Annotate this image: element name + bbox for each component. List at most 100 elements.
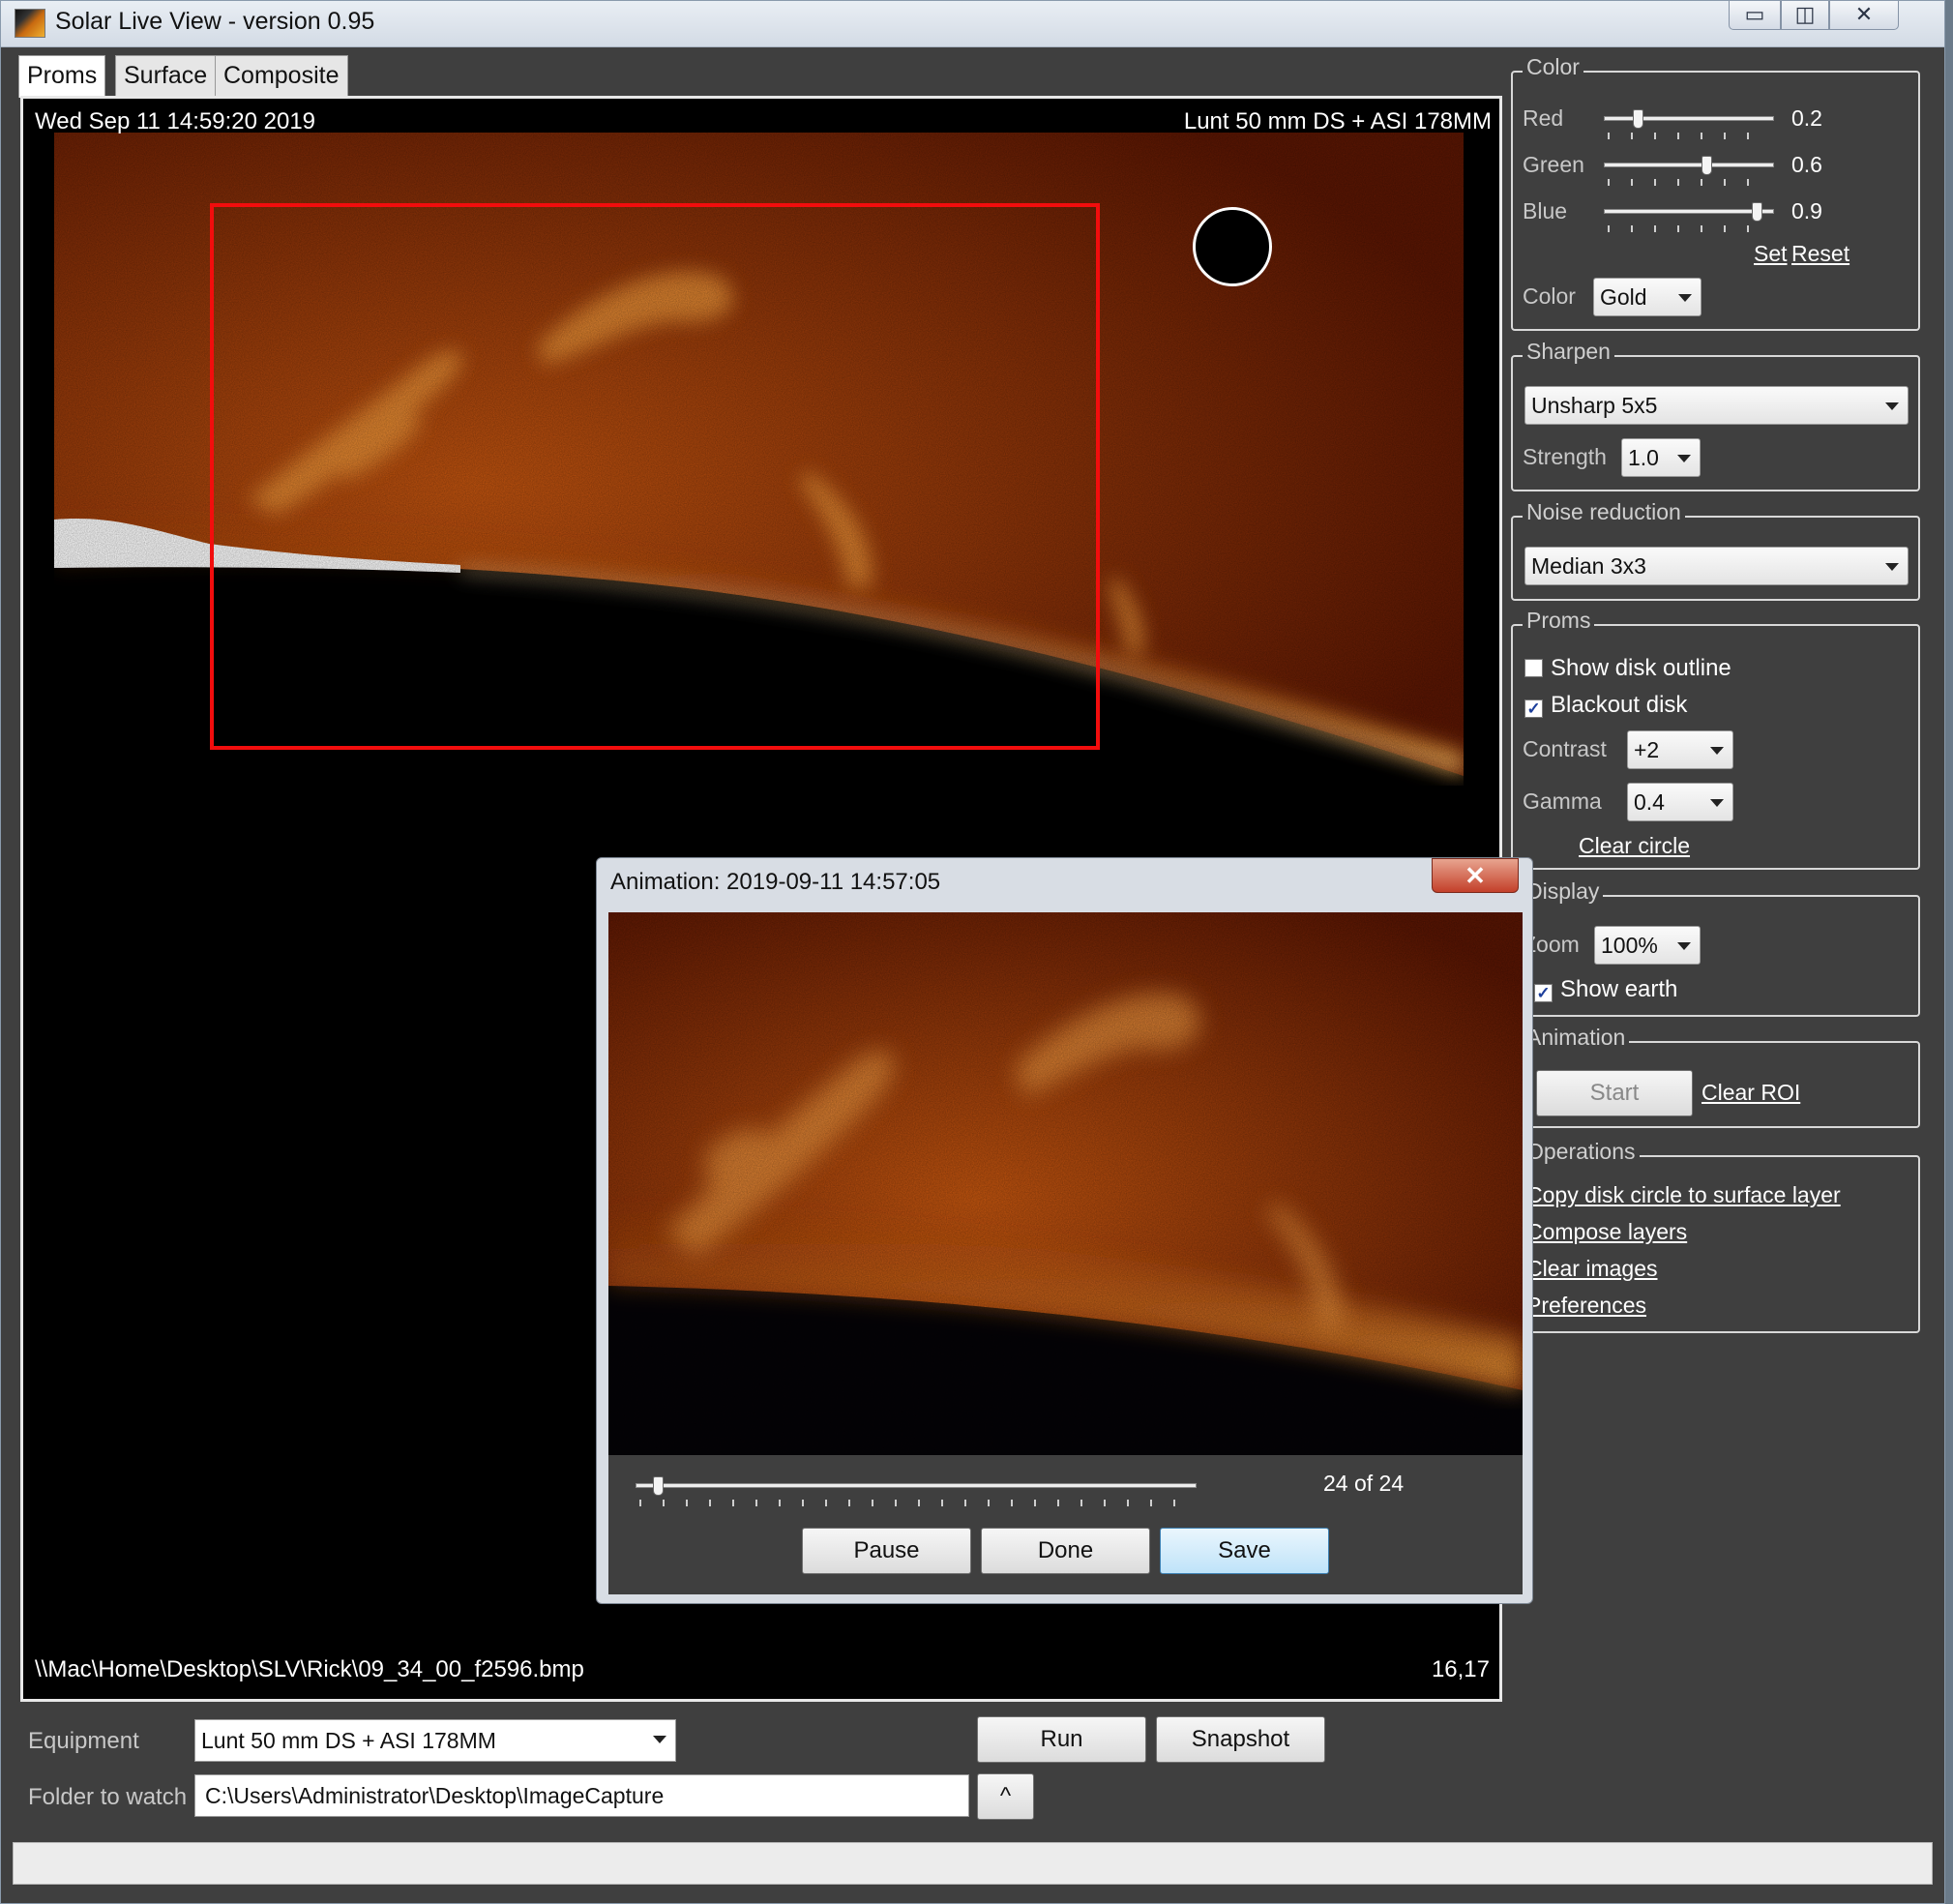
noise-method-value: Median 3x3: [1531, 553, 1646, 579]
noise-method-select[interactable]: Median 3x3: [1524, 547, 1909, 585]
chevron-down-icon: [1885, 563, 1899, 571]
clear-images-link[interactable]: Clear images: [1526, 1256, 1658, 1282]
copy-disk-circle-link[interactable]: Copy disk circle to surface layer: [1526, 1182, 1841, 1208]
contrast-select[interactable]: +2: [1627, 730, 1733, 769]
close-icon[interactable]: ✕: [1432, 858, 1519, 893]
run-button[interactable]: Run: [977, 1716, 1146, 1763]
contrast-value: +2: [1634, 737, 1660, 762]
show-disk-outline-box[interactable]: [1524, 659, 1543, 677]
clear-circle-link[interactable]: Clear circle: [1579, 833, 1690, 859]
zoom-select[interactable]: 100%: [1594, 926, 1701, 965]
animation-group-title: Animation: [1523, 1025, 1630, 1051]
gamma-select[interactable]: 0.4: [1627, 783, 1733, 821]
done-button[interactable]: Done: [981, 1528, 1150, 1574]
blue-slider-track: [1604, 209, 1774, 214]
blue-slider[interactable]: [1604, 202, 1774, 232]
close-button[interactable]: ✕: [1829, 1, 1899, 30]
frame-slider-ticks: [639, 1500, 1193, 1506]
green-slider-ticks: [1608, 179, 1770, 186]
minimize-button[interactable]: ▭: [1729, 1, 1781, 30]
color-group: Color Red 0.2 Green 0.6 Blue 0.9 Set Res…: [1511, 54, 1920, 331]
show-disk-outline-checkbox[interactable]: Show disk outline: [1524, 655, 1731, 682]
red-slider-track: [1604, 116, 1774, 121]
show-earth-checkbox[interactable]: ✓ Show earth: [1534, 976, 1677, 1003]
sharpen-method-select[interactable]: Unsharp 5x5: [1524, 386, 1909, 425]
strength-select[interactable]: 1.0: [1621, 438, 1701, 477]
app-window: Solar Live View - version 0.95 ▭ ◫ ✕ Pro…: [0, 0, 1945, 1904]
show-earth-box[interactable]: ✓: [1534, 984, 1553, 1002]
contrast-label: Contrast: [1523, 736, 1607, 761]
chevron-down-icon: [1678, 294, 1692, 302]
blue-slider-ticks: [1608, 225, 1770, 232]
gamma-label: Gamma: [1523, 788, 1602, 814]
save-button[interactable]: Save: [1160, 1528, 1329, 1574]
image-timestamp: Wed Sep 11 14:59:20 2019: [35, 108, 316, 134]
image-equipment: Lunt 50 mm DS + ASI 178MM: [1183, 108, 1492, 134]
red-slider-ticks: [1608, 133, 1770, 139]
chevron-down-icon: [1710, 799, 1724, 807]
roi-rectangle[interactable]: [210, 203, 1100, 750]
frame-slider[interactable]: [636, 1476, 1197, 1506]
snapshot-button[interactable]: Snapshot: [1156, 1716, 1325, 1763]
chevron-down-icon: [1677, 942, 1691, 950]
frame-slider-thumb[interactable]: [653, 1476, 665, 1496]
strength-value: 1.0: [1628, 445, 1659, 470]
red-slider-thumb[interactable]: [1633, 109, 1644, 129]
blackout-disk-box[interactable]: ✓: [1524, 699, 1543, 718]
clear-roi-link[interactable]: Clear ROI: [1701, 1080, 1800, 1106]
green-slider-thumb[interactable]: [1701, 156, 1712, 175]
tab-composite[interactable]: Composite: [215, 55, 348, 97]
blackout-disk-label: Blackout disk: [1551, 692, 1688, 718]
folder-label: Folder to watch: [28, 1784, 188, 1810]
proms-group-title: Proms: [1523, 608, 1595, 634]
show-earth-label: Show earth: [1560, 976, 1678, 1002]
color-preset-select[interactable]: Gold: [1593, 278, 1701, 316]
green-slider-track: [1604, 163, 1774, 167]
color-group-title: Color: [1523, 54, 1583, 80]
zoom-value: 100%: [1601, 933, 1658, 958]
equipment-select[interactable]: Lunt 50 mm DS + ASI 178MM: [194, 1719, 676, 1762]
sharpen-group-title: Sharpen: [1523, 339, 1614, 365]
image-file-path: \\Mac\Home\Desktop\SLV\Rick\09_34_00_f25…: [35, 1656, 584, 1682]
frame-counter: 24 of 24: [1323, 1471, 1405, 1496]
cursor-coordinates: 16,17: [1431, 1656, 1490, 1682]
blue-slider-thumb[interactable]: [1752, 202, 1763, 222]
green-label: Green: [1523, 152, 1584, 177]
chevron-down-icon: [1710, 747, 1724, 755]
chevron-down-icon: [1885, 402, 1899, 410]
noise-reduction-group-title: Noise reduction: [1523, 499, 1685, 525]
maximize-button[interactable]: ◫: [1781, 1, 1829, 30]
noise-reduction-group: Noise reduction Median 3x3: [1511, 499, 1920, 601]
folder-browse-button[interactable]: ^: [977, 1773, 1034, 1820]
window-title: Solar Live View - version 0.95: [55, 8, 375, 35]
red-value: 0.2: [1791, 105, 1822, 131]
operations-group: Operations Copy disk circle to surface l…: [1511, 1139, 1920, 1333]
folder-input[interactable]: C:\Users\Administrator\Desktop\ImageCapt…: [194, 1774, 969, 1817]
pause-button[interactable]: Pause: [802, 1528, 971, 1574]
sharpen-group: Sharpen Unsharp 5x5 Strength 1.0: [1511, 339, 1920, 491]
start-animation-button[interactable]: Start: [1536, 1070, 1693, 1116]
blue-value: 0.9: [1791, 198, 1822, 223]
tab-proms[interactable]: Proms: [18, 55, 106, 98]
preferences-link[interactable]: Preferences: [1526, 1293, 1646, 1319]
chevron-down-icon: [1677, 455, 1691, 462]
proms-group: Proms Show disk outline ✓ Blackout disk C…: [1511, 608, 1920, 870]
equipment-label: Equipment: [28, 1728, 139, 1754]
reset-link[interactable]: Reset: [1791, 241, 1849, 267]
tab-surface[interactable]: Surface: [115, 55, 217, 97]
color-preset-label: Color: [1523, 283, 1576, 309]
display-group: Display Zoom 100% ✓ Show earth: [1511, 878, 1920, 1017]
equipment-value: Lunt 50 mm DS + ASI 178MM: [201, 1728, 496, 1753]
blue-label: Blue: [1523, 198, 1568, 223]
strength-label: Strength: [1523, 444, 1607, 469]
app-icon: [15, 9, 45, 38]
frame-slider-track: [636, 1483, 1197, 1488]
compose-layers-link[interactable]: Compose layers: [1526, 1219, 1687, 1245]
blackout-disk-checkbox[interactable]: ✓ Blackout disk: [1524, 692, 1687, 719]
chevron-down-icon: [653, 1736, 666, 1743]
green-slider[interactable]: [1604, 156, 1774, 186]
red-slider[interactable]: [1604, 109, 1774, 139]
red-label: Red: [1523, 105, 1564, 131]
display-group-title: Display: [1523, 878, 1604, 905]
set-link[interactable]: Set: [1754, 241, 1788, 267]
